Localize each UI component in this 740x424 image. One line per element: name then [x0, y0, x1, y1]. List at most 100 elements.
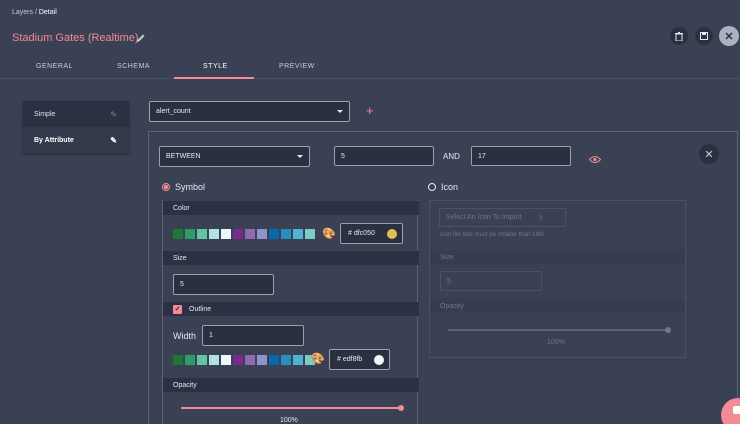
- operator-select[interactable]: BETWEEN: [159, 146, 310, 167]
- outline-width-input[interactable]: 1: [202, 325, 304, 346]
- color-swatch[interactable]: [209, 229, 219, 239]
- attribute-select[interactable]: alert_count: [149, 101, 350, 122]
- edit-title-icon[interactable]: [136, 33, 146, 43]
- icon-opacity-label: Opacity: [440, 302, 464, 310]
- symbol-radio[interactable]: [162, 183, 170, 191]
- outline-color-hex-text: # edf8fb: [337, 356, 363, 363]
- color-swatch[interactable]: [185, 229, 195, 239]
- color-swatch[interactable]: [245, 229, 255, 239]
- icon-size-text: 5: [447, 277, 451, 285]
- pencil-icon: ✎: [110, 135, 117, 145]
- opacity-slider-handle[interactable]: [398, 405, 404, 411]
- breadcrumb: Layers / Detail: [12, 9, 57, 16]
- color-swatch[interactable]: [305, 229, 315, 239]
- operator-select-value: BETWEEN: [166, 153, 201, 160]
- icon-radio[interactable]: [428, 183, 436, 191]
- opacity-slider-fill: [181, 407, 401, 409]
- trash-icon: [675, 31, 683, 41]
- icon-size-label: Size: [440, 253, 454, 261]
- color-swatch[interactable]: [257, 229, 267, 239]
- size-input[interactable]: 5: [173, 274, 274, 295]
- remove-rule-button[interactable]: ✕: [699, 144, 719, 164]
- chevron-down-icon: [337, 110, 343, 113]
- size-section-header: Size: [163, 251, 419, 265]
- color-swatch[interactable]: [185, 355, 195, 365]
- color-swatch[interactable]: [173, 229, 183, 239]
- close-icon: ✕: [724, 30, 734, 43]
- color-swatch[interactable]: [257, 355, 267, 365]
- outline-checkbox[interactable]: ✓: [173, 304, 182, 314]
- icon-opacity-header: Opacity: [430, 299, 685, 313]
- tab-bar: GENERAL SCHEMA STYLE PREVIEW: [0, 57, 740, 79]
- add-rule-button[interactable]: +: [366, 104, 374, 118]
- page-title: Stadium Gates (Realtime): [12, 32, 139, 44]
- icon-opacity-value: 100%: [547, 339, 565, 346]
- max-value-text: 17: [478, 152, 486, 160]
- color-swatch[interactable]: [269, 355, 279, 365]
- and-label: AND: [443, 152, 460, 161]
- size-label: Size: [173, 254, 187, 262]
- import-icon-label: Select An Icon To Import: [446, 214, 522, 221]
- palette-icon[interactable]: 🎨: [322, 227, 336, 240]
- import-icon-button[interactable]: Select An Icon To Import ⇪: [439, 208, 566, 227]
- fill-color-preview: [387, 228, 397, 239]
- palette-icon[interactable]: 🎨: [311, 352, 325, 365]
- attribute-select-value: alert_count: [156, 108, 191, 115]
- chevron-down-icon: [297, 155, 303, 158]
- opacity-value: 100%: [280, 417, 298, 424]
- save-icon: [700, 32, 708, 40]
- pencil-icon: ✎: [110, 109, 117, 119]
- close-button[interactable]: ✕: [719, 26, 739, 46]
- save-button[interactable]: [695, 27, 713, 45]
- fill-color-hex-input[interactable]: # dfc050: [340, 223, 403, 244]
- color-swatch[interactable]: [209, 355, 219, 365]
- icon-option[interactable]: Icon: [428, 182, 458, 192]
- plus-icon: +: [366, 103, 374, 118]
- opacity-slider-track[interactable]: [181, 407, 401, 409]
- symbol-settings: Color 🎨 # dfc050 Size 5 ✓ Outline Width …: [162, 200, 419, 424]
- fill-color-hex-text: # dfc050: [348, 230, 375, 237]
- active-tab-indicator: [174, 77, 254, 79]
- color-swatch[interactable]: [233, 229, 243, 239]
- size-value-text: 5: [180, 281, 184, 288]
- tab-preview[interactable]: PREVIEW: [279, 63, 315, 70]
- max-value-input[interactable]: 17: [471, 146, 571, 166]
- chat-icon: [733, 406, 740, 414]
- color-swatch[interactable]: [221, 229, 231, 239]
- symbol-option[interactable]: Symbol: [162, 182, 205, 192]
- outline-color-hex-input[interactable]: # edf8fb: [329, 349, 390, 370]
- sidebar-item-simple[interactable]: Simple ✎: [23, 101, 129, 127]
- icon-opacity-slider-track[interactable]: [448, 329, 668, 331]
- color-swatch[interactable]: [173, 355, 183, 365]
- color-swatch[interactable]: [197, 355, 207, 365]
- color-swatch[interactable]: [233, 355, 243, 365]
- color-swatch[interactable]: [293, 229, 303, 239]
- opacity-label: Opacity: [173, 381, 197, 389]
- sidebar-item-by-attribute[interactable]: By Attribute ✎: [23, 127, 129, 153]
- color-swatch[interactable]: [269, 229, 279, 239]
- upload-icon: ⇪: [537, 214, 544, 222]
- min-value-text: 5: [341, 152, 345, 160]
- width-label: Width: [173, 331, 197, 341]
- close-icon: ✕: [704, 148, 714, 161]
- icon-opacity-slider-handle[interactable]: [665, 327, 671, 333]
- delete-button[interactable]: [670, 27, 688, 45]
- breadcrumb-parent[interactable]: Layers: [12, 9, 33, 16]
- color-swatch[interactable]: [281, 229, 291, 239]
- tab-style[interactable]: STYLE: [203, 63, 228, 70]
- color-swatch[interactable]: [221, 355, 231, 365]
- color-swatch[interactable]: [293, 355, 303, 365]
- icon-size-input[interactable]: 5: [440, 271, 542, 291]
- color-swatch[interactable]: [245, 355, 255, 365]
- tab-general[interactable]: GENERAL: [36, 63, 73, 70]
- icon-size-header: Size: [430, 250, 685, 264]
- color-swatch[interactable]: [281, 355, 291, 365]
- color-section-header: Color: [163, 201, 419, 215]
- visibility-toggle-button[interactable]: [588, 151, 602, 163]
- icon-label: Icon: [441, 182, 459, 192]
- color-swatch[interactable]: [197, 229, 207, 239]
- outline-section-header: ✓ Outline: [163, 302, 419, 316]
- min-value-input[interactable]: 5: [334, 146, 434, 166]
- color-label: Color: [173, 204, 190, 212]
- tab-schema[interactable]: SCHEMA: [117, 63, 150, 70]
